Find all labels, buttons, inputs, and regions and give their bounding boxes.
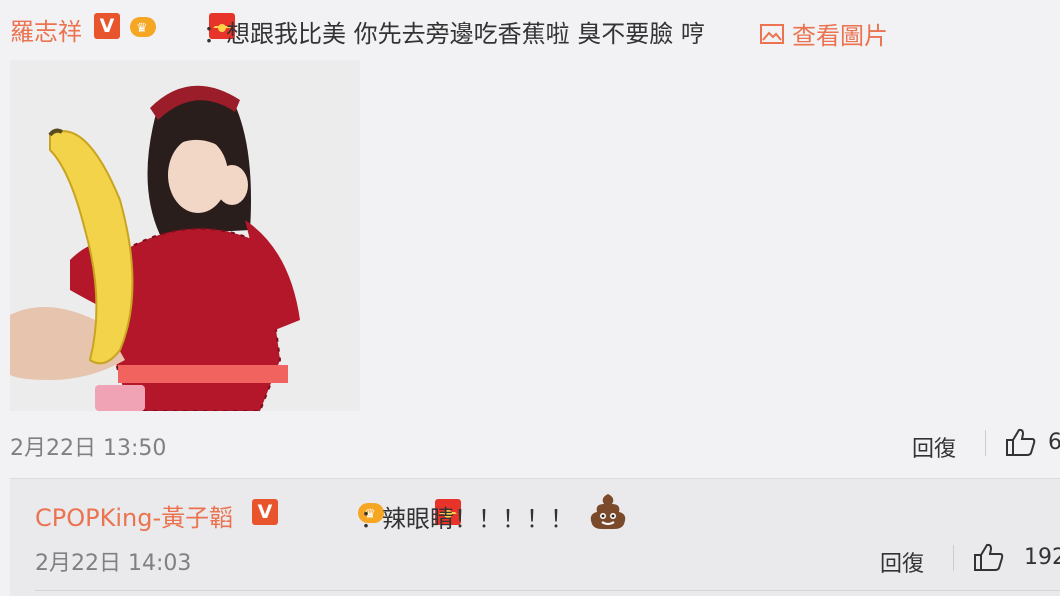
reply-text: 辣眼睛！！！！！ xyxy=(382,505,574,533)
view-image-label: 查看圖片 xyxy=(792,22,888,50)
reply-top-divider xyxy=(10,478,1060,479)
like-count: 6 xyxy=(1048,429,1060,455)
poop-emoji-icon xyxy=(588,492,628,534)
comment-text: 想跟我比美 你先去旁邊吃香蕉啦 臭不要臉 哼 xyxy=(226,20,705,48)
reply-button[interactable]: 回復 xyxy=(912,431,956,463)
reply-bottom-divider xyxy=(35,590,1060,591)
woman-with-banana-photo xyxy=(10,60,360,411)
comment-username[interactable]: 羅志祥 xyxy=(10,12,82,47)
view-image-link[interactable]: 查看圖片 xyxy=(760,16,888,51)
reply-like-button[interactable]: 192 xyxy=(972,542,1060,572)
image-icon xyxy=(760,23,784,44)
reply-separator: ： xyxy=(360,505,384,533)
verified-badge[interactable]: V xyxy=(94,13,120,39)
reply-timestamp: 2月22日 14:03 xyxy=(35,551,192,576)
thumbs-up-icon xyxy=(1006,428,1036,456)
action-divider xyxy=(985,430,986,456)
reply-action-divider xyxy=(953,545,954,571)
reply-container xyxy=(10,478,1060,596)
reply-reply-button[interactable]: 回復 xyxy=(880,546,924,578)
reply-verified-badge[interactable]: V xyxy=(252,499,278,525)
verified-v-icon: V xyxy=(94,13,120,39)
verified-v-icon: V xyxy=(252,499,278,525)
thumbs-up-icon xyxy=(974,543,1004,571)
comment-separator: ： xyxy=(203,20,227,48)
vip-crown-icon[interactable]: ♛ xyxy=(128,13,160,39)
reply-like-count: 192 xyxy=(1024,544,1060,570)
like-button[interactable]: 6 xyxy=(1004,427,1060,457)
comment-timestamp: 2月22日 13:50 xyxy=(10,436,167,461)
reply-username[interactable]: CPOPKing-黃子韜 xyxy=(35,498,233,533)
comment-image[interactable] xyxy=(10,60,360,411)
